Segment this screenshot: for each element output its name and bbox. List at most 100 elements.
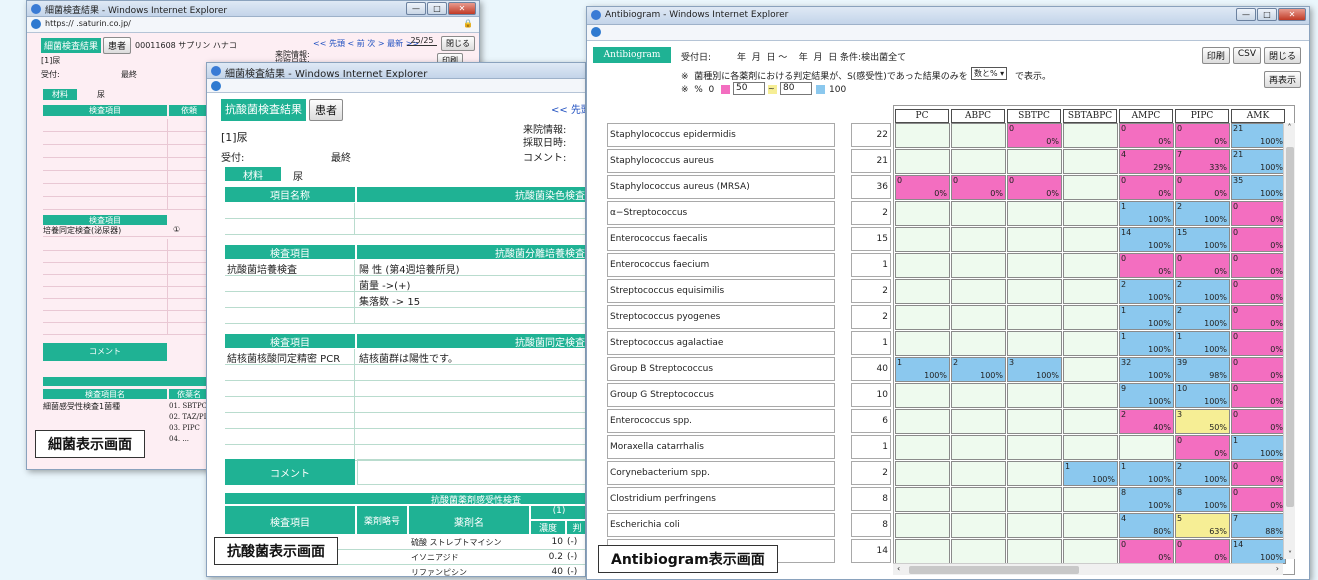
susceptibility-cell	[951, 383, 1006, 408]
title-bar[interactable]: 細菌検査結果 - Windows Internet Explorer — □ ✕	[27, 1, 479, 17]
organism-name: Staphylococcus epidermidis	[607, 123, 835, 147]
sens-item-header: 検査項目	[225, 506, 355, 534]
scroll-thumb[interactable]	[1286, 147, 1294, 507]
tab-patient[interactable]: 患者	[309, 99, 343, 121]
close-button[interactable]: 閉じる	[441, 36, 475, 51]
drug-row: リファンピシン 40 (-)	[225, 565, 585, 576]
antibiogram-window: Antibiogram - Windows Internet Explorer …	[586, 6, 1310, 580]
maximize-button[interactable]: □	[427, 2, 447, 15]
susceptible-count: 7	[1233, 514, 1239, 523]
susceptibility-cell: 0 0%	[1231, 305, 1286, 330]
close-window-button[interactable]: ✕	[1278, 8, 1306, 21]
organism-name: Moraxella catarrhalis	[607, 435, 835, 459]
address-bar[interactable]: https:// .saturin.co.jp/ 🔒	[27, 17, 479, 33]
susceptible-percent: 100%	[1260, 137, 1283, 146]
susceptible-count: 39	[1177, 358, 1188, 367]
susceptibility-cell: 8 100%	[1119, 487, 1174, 512]
susceptibility-cell: 0 0%	[1175, 253, 1230, 278]
susceptible-count: 0	[1233, 306, 1239, 315]
susceptibility-cell	[951, 201, 1006, 226]
susceptible-percent: 0%	[1270, 345, 1283, 354]
susceptible-count: 4	[1121, 514, 1127, 523]
display-note-end: で表示。	[1015, 72, 1052, 82]
susceptibility-cell	[951, 149, 1006, 174]
scroll-left-icon[interactable]: ‹	[897, 564, 900, 573]
legend-yellow-swatch: ~	[768, 85, 777, 94]
close-button[interactable]: 閉じる	[1263, 47, 1301, 64]
susceptibility-cell	[951, 305, 1006, 330]
minimize-button[interactable]: —	[406, 2, 426, 15]
minimize-button[interactable]: —	[1236, 8, 1256, 21]
susceptibility-cell: 1 100%	[1231, 435, 1286, 460]
susceptibility-cell	[951, 487, 1006, 512]
close-window-button[interactable]: ✕	[448, 2, 476, 15]
display-mode-select[interactable]: 数と% ▾	[971, 67, 1008, 80]
susceptible-count: 2	[1177, 462, 1183, 471]
susceptible-count: 0	[1121, 124, 1127, 133]
threshold-high-input[interactable]: 80	[780, 82, 812, 95]
organism-count: 6	[851, 409, 891, 433]
susceptible-percent: 100%	[1148, 215, 1171, 224]
susceptible-count: 2	[953, 358, 959, 367]
susceptibility-cell: 0 0%	[1119, 539, 1174, 564]
susceptible-percent: 50%	[1209, 423, 1227, 432]
susceptibility-cell: 0 0%	[1231, 487, 1286, 512]
susceptible-count: 14	[1233, 540, 1244, 549]
drug-name: 硫酸 ストレプトマイシン	[411, 538, 502, 547]
susceptible-count: 32	[1121, 358, 1132, 367]
susceptible-percent: 0%	[1046, 189, 1059, 198]
organism-name: Enterococcus spp.	[607, 409, 835, 433]
horizontal-scrollbar[interactable]: ‹ ›	[893, 563, 1283, 575]
nav-first-link[interactable]: << 先頭	[551, 101, 585, 116]
specimen-label: [1]尿	[221, 131, 248, 144]
susceptibility-cell	[951, 409, 1006, 434]
tab-afb-result[interactable]: 抗酸菌検査結果	[221, 99, 306, 121]
drug-header: 検査項目名	[43, 389, 167, 399]
sens-judge-header: 判	[567, 521, 585, 534]
susceptibility-cell	[951, 539, 1006, 564]
susceptible-percent: 0%	[1270, 241, 1283, 250]
susceptibility-cell: 0 0%	[1119, 175, 1174, 200]
nav-links[interactable]: << 先頭 < 前 次 > 最新 >>	[313, 38, 419, 49]
maximize-button[interactable]: □	[1257, 8, 1277, 21]
tab-result[interactable]: 細菌検査結果	[41, 38, 102, 53]
susceptibility-cell	[1063, 487, 1118, 512]
susceptible-percent: 0%	[1214, 137, 1227, 146]
susceptible-percent: 100%	[1148, 397, 1171, 406]
ident-row: 結核菌核酸同定精密 PCR 結核菌群は陽性です。	[225, 349, 585, 365]
susceptibility-cell: 0 0%	[1231, 357, 1286, 382]
drug-code: 01. SBTPC	[169, 402, 208, 410]
threshold-low-input[interactable]: 50	[733, 82, 765, 95]
title-bar[interactable]: 細菌検査結果 - Windows Internet Explorer	[207, 63, 585, 79]
command-bar	[207, 79, 585, 93]
organism-count: 1	[851, 253, 891, 277]
scroll-thumb-h[interactable]	[909, 566, 1079, 574]
susceptible-count: 0	[1233, 280, 1239, 289]
scroll-right-icon[interactable]: ›	[1276, 564, 1279, 573]
susceptibility-cell: 0 0%	[1231, 279, 1286, 304]
title-bar[interactable]: Antibiogram - Windows Internet Explorer …	[587, 7, 1309, 25]
tab-patient[interactable]: 患者	[103, 37, 132, 54]
susceptibility-cell: 14 100%	[1119, 227, 1174, 252]
susceptible-percent: 0%	[1270, 397, 1283, 406]
drug-column-header: SBTPC	[1007, 109, 1061, 123]
susceptible-percent: 100%	[1148, 371, 1171, 380]
vertical-scrollbar[interactable]: ˄ ˅	[1283, 123, 1295, 559]
refresh-button[interactable]: 再表示	[1263, 71, 1301, 88]
susceptibility-cell: 0 0%	[1231, 409, 1286, 434]
ident-row	[225, 397, 585, 413]
susceptible-percent: 0%	[1158, 267, 1171, 276]
ident-item: 結核菌核酸同定精密 PCR	[225, 349, 355, 365]
susceptible-count: 7	[1177, 150, 1183, 159]
susceptible-count: 0	[1009, 124, 1015, 133]
reception-label: 受付:	[41, 70, 60, 79]
susceptibility-cell: 2 100%	[1175, 461, 1230, 486]
drug-code: 02. TAZ/PI	[169, 413, 207, 421]
print-button[interactable]: 印刷	[1201, 47, 1230, 64]
csv-button[interactable]: CSV	[1232, 47, 1261, 64]
scroll-up-icon[interactable]: ˄	[1284, 123, 1295, 132]
susceptibility-cell	[1063, 435, 1118, 460]
susceptibility-cell: 0 0%	[1175, 175, 1230, 200]
susceptible-count: 0	[1177, 540, 1183, 549]
scroll-down-icon[interactable]: ˅	[1284, 550, 1296, 559]
